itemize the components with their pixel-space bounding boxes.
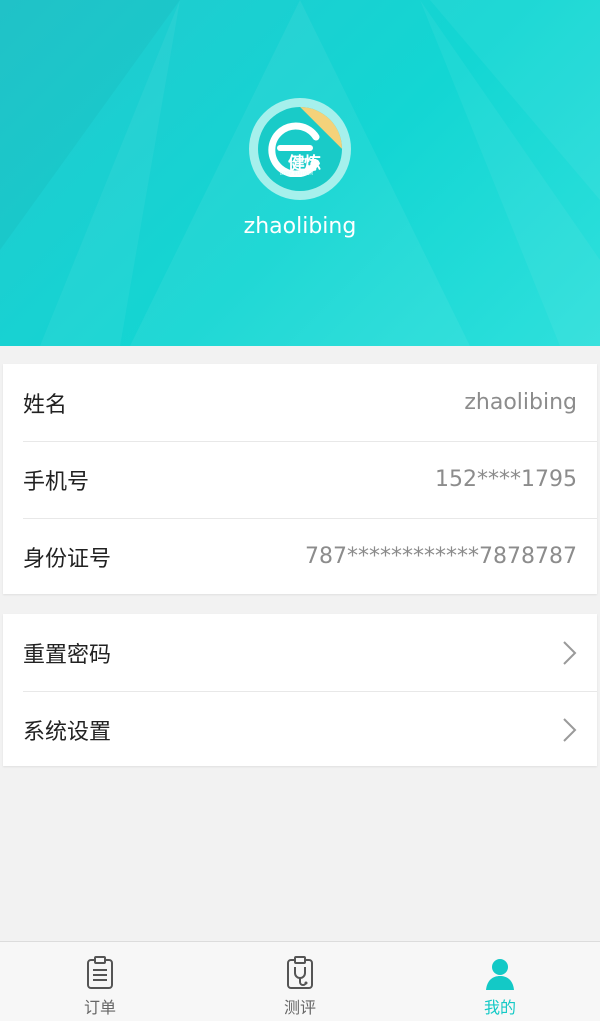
tab-mine-label: 我的 [483, 998, 516, 1017]
bottom-tab-bar: 订单 测评 我的 [0, 941, 600, 1021]
info-label-name: 姓名 [23, 392, 68, 418]
tab-mine[interactable]: 我的 [400, 942, 600, 1021]
tab-assessment[interactable]: 测评 [200, 942, 400, 1021]
app-logo: 健炼 BODY BUILDER [249, 98, 351, 200]
app-logo-inner: 健炼 BODY BUILDER [258, 107, 342, 191]
info-value-id-number: 787************7878787 [305, 544, 577, 569]
logo-subtext: BODY BUILDER [280, 171, 314, 176]
reset-password-row[interactable]: 重置密码 [3, 614, 597, 691]
chevron-right-icon [563, 717, 577, 742]
system-settings-label: 系统设置 [23, 719, 112, 745]
reset-password-label: 重置密码 [23, 642, 112, 668]
info-label-phone: 手机号 [23, 469, 90, 495]
info-value-name: zhaolibing [464, 390, 577, 415]
tab-orders[interactable]: 订单 [0, 942, 200, 1021]
profile-header: 健炼 BODY BUILDER zhaolibing [0, 0, 600, 346]
header-username: zhaolibing [243, 214, 357, 239]
info-row-phone: 手机号 152****1795 [3, 441, 597, 518]
profile-info-card: 姓名 zhaolibing 手机号 152****1795 身份证号 787**… [3, 364, 597, 594]
assessment-icon [287, 956, 313, 989]
person-icon [486, 959, 514, 990]
settings-card: 重置密码 系统设置 [3, 614, 597, 766]
tab-assessment-label: 测评 [283, 998, 316, 1017]
profile-page: 健炼 BODY BUILDER zhaolibing 姓名 zhaolibing… [0, 0, 600, 1021]
system-settings-row[interactable]: 系统设置 [3, 691, 597, 768]
info-value-phone: 152****1795 [435, 467, 577, 492]
info-row-id-number: 身份证号 787************7878787 [3, 518, 597, 595]
tab-orders-label: 订单 [83, 998, 116, 1017]
info-label-id-number: 身份证号 [23, 546, 112, 572]
info-row-name: 姓名 zhaolibing [3, 364, 597, 441]
clipboard-icon [87, 956, 113, 989]
chevron-right-icon [563, 640, 577, 665]
